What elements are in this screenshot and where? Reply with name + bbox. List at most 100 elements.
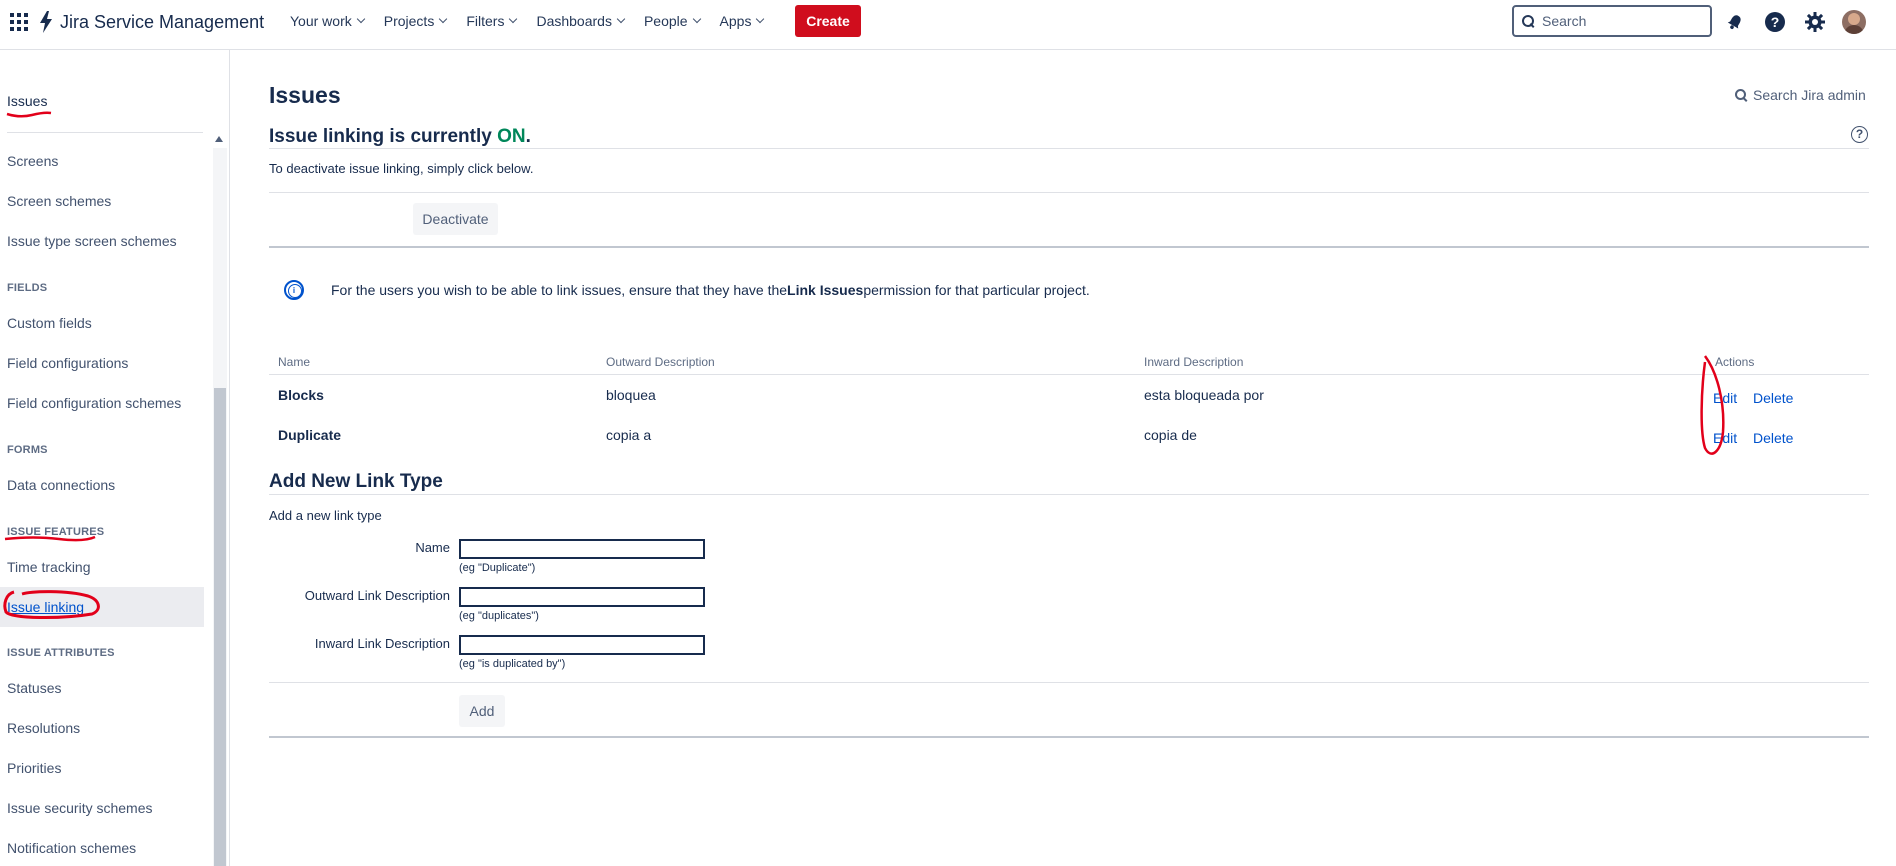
- sidebar-item-issue-security-schemes[interactable]: Issue security schemes: [7, 800, 153, 816]
- nav-apps[interactable]: Apps: [720, 13, 765, 29]
- admin-sidebar: Issues Screens Screen schemes Issue type…: [0, 50, 230, 866]
- divider: [269, 246, 1869, 248]
- sidebar-item-statuses[interactable]: Statuses: [7, 680, 61, 696]
- settings-icon[interactable]: [1802, 9, 1828, 35]
- product-logo[interactable]: Jira Service Management: [38, 11, 264, 33]
- info-icon: i: [284, 280, 304, 300]
- info-text-prefix: For the users you wish to be able to lin…: [331, 282, 788, 298]
- nav-people[interactable]: People: [643, 13, 701, 29]
- sidebar-item-field-configuration-schemes[interactable]: Field configuration schemes: [7, 395, 181, 411]
- inward-description-hint: (eg "is duplicated by"): [459, 658, 566, 670]
- avatar[interactable]: [1842, 10, 1866, 34]
- sidebar-heading-fields: FIELDS: [7, 282, 48, 294]
- app-switcher-icon[interactable]: [10, 13, 28, 31]
- add-link-type-subtitle: Add a new link type: [269, 508, 382, 523]
- sidebar-heading-forms: FORMS: [7, 444, 48, 456]
- nav-dashboards[interactable]: Dashboards: [536, 13, 626, 29]
- edit-link-blocks[interactable]: Edit: [1713, 390, 1737, 406]
- row-inward: copia de: [1144, 427, 1197, 443]
- add-link-type-title: Add New Link Type: [269, 471, 443, 492]
- svg-text:?: ?: [1771, 14, 1780, 30]
- page-title: Issues: [269, 82, 341, 108]
- sidebar-item-priorities[interactable]: Priorities: [7, 760, 61, 776]
- name-field[interactable]: [459, 539, 705, 559]
- divider: [269, 682, 1869, 683]
- divider: [269, 494, 1869, 495]
- sidebar-item-issue-type-screen-schemes[interactable]: Issue type screen schemes: [7, 233, 177, 249]
- nav-label: Filters: [466, 13, 505, 29]
- scroll-up-arrow-icon[interactable]: [215, 136, 223, 142]
- nav-your-work[interactable]: Your work: [290, 13, 365, 29]
- status-prefix: Issue linking is currently: [269, 126, 498, 147]
- sidebar-item-custom-fields[interactable]: Custom fields: [7, 315, 92, 331]
- info-message: i For the users you wish to be able to l…: [284, 280, 1090, 300]
- sidebar-heading-issue-features: ISSUE FEATURES: [7, 526, 105, 538]
- nav-label: Your work: [290, 13, 352, 29]
- jira-logo-icon: [40, 11, 52, 33]
- outward-description-field[interactable]: [459, 587, 705, 607]
- row-outward: copia a: [606, 427, 652, 443]
- inward-description-label: Inward Link Description: [314, 636, 450, 651]
- search-jira-admin[interactable]: Search Jira admin: [1735, 87, 1866, 103]
- deactivate-description: To deactivate issue linking, simply clic…: [269, 161, 534, 176]
- row-name: Duplicate: [278, 427, 342, 443]
- column-header-actions: Actions: [1715, 355, 1755, 369]
- top-navigation: Jira Service Management Your work Projec…: [0, 0, 1896, 50]
- annotation-underline-issues: [6, 111, 52, 118]
- row-inward: esta bloqueada por: [1144, 387, 1264, 403]
- issue-linking-status: Issue linking is currently ON.: [269, 126, 531, 148]
- search-icon: [1522, 15, 1534, 27]
- divider: [269, 148, 1869, 149]
- info-text-bold: Link Issues: [787, 282, 864, 298]
- search-input[interactable]: [1542, 13, 1702, 29]
- delete-link-blocks[interactable]: Delete: [1753, 390, 1793, 406]
- chevron-down-icon: [356, 14, 365, 24]
- sidebar-item-resolutions[interactable]: Resolutions: [7, 720, 80, 736]
- global-search[interactable]: [1512, 5, 1712, 37]
- info-text-suffix: permission for that particular project.: [863, 282, 1090, 298]
- column-header-inward: Inward Description: [1144, 355, 1244, 369]
- product-name: Jira Service Management: [60, 11, 265, 32]
- row-outward: bloquea: [606, 387, 656, 403]
- nav-filters[interactable]: Filters: [466, 13, 518, 29]
- admin-search-label: Search Jira admin: [1753, 87, 1866, 103]
- chevron-down-icon: [616, 14, 626, 24]
- sidebar-item-issue-linking[interactable]: Issue linking: [7, 599, 84, 615]
- inward-description-field[interactable]: [459, 635, 705, 655]
- edit-link-duplicate[interactable]: Edit: [1713, 430, 1737, 446]
- table-header-divider: [269, 374, 1869, 375]
- sidebar-divider: [7, 132, 203, 133]
- add-button[interactable]: Add: [459, 695, 505, 727]
- sidebar-item-field-configurations[interactable]: Field configurations: [7, 355, 128, 371]
- nav-label: Projects: [383, 13, 435, 29]
- chevron-down-icon: [509, 14, 518, 24]
- sidebar-scrollbar-thumb[interactable]: [214, 388, 226, 866]
- search-icon: [1735, 89, 1747, 101]
- chevron-down-icon: [439, 14, 448, 24]
- sidebar-item-time-tracking[interactable]: Time tracking: [7, 559, 91, 575]
- name-field-label: Name: [415, 540, 450, 555]
- sidebar-heading-issue-attributes: ISSUE ATTRIBUTES: [7, 647, 115, 659]
- notifications-icon[interactable]: [1722, 9, 1748, 35]
- divider: [269, 736, 1869, 738]
- sidebar-item-data-connections[interactable]: Data connections: [7, 477, 115, 493]
- top-right-icons: ?: [1722, 9, 1866, 35]
- sidebar-item-screen-schemes[interactable]: Screen schemes: [7, 193, 111, 209]
- help-icon[interactable]: ?: [1762, 9, 1788, 35]
- nav-projects[interactable]: Projects: [383, 13, 448, 29]
- chevron-down-icon: [756, 14, 765, 24]
- sidebar-item-notification-schemes[interactable]: Notification schemes: [7, 840, 136, 856]
- sidebar-item-screens[interactable]: Screens: [7, 153, 58, 169]
- row-name: Blocks: [278, 387, 324, 403]
- status-value: ON: [497, 126, 526, 147]
- create-button[interactable]: Create: [795, 5, 861, 37]
- question-circle-icon[interactable]: ?: [1851, 126, 1868, 143]
- delete-link-duplicate[interactable]: Delete: [1753, 430, 1793, 446]
- nav-label: People: [643, 13, 688, 29]
- nav-label: Dashboards: [536, 13, 612, 29]
- deactivate-button[interactable]: Deactivate: [413, 203, 498, 235]
- main-content: Issues Search Jira admin Issue linking i…: [269, 50, 1869, 866]
- primary-nav: Your work Projects Filters Dashboards Pe…: [290, 0, 783, 42]
- sidebar-item-issues[interactable]: Issues: [7, 93, 47, 109]
- divider: [269, 192, 1869, 193]
